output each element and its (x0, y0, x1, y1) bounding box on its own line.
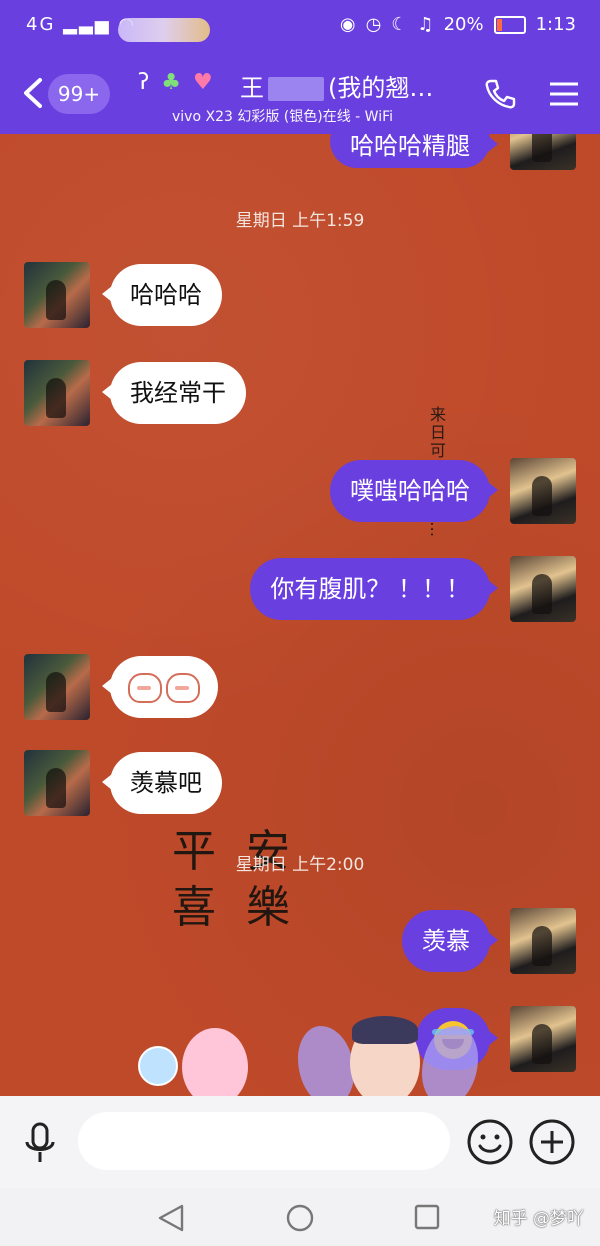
contact-avatar[interactable] (24, 360, 90, 426)
moon-icon: ☾ (391, 14, 408, 35)
my-avatar[interactable] (510, 556, 576, 622)
ear-icon: ʔ (138, 70, 150, 95)
alarm-icon: ◷ (365, 14, 382, 35)
message-bubble-incoming[interactable]: 哈哈哈 (102, 264, 222, 326)
nav-home-icon[interactable] (286, 1204, 314, 1232)
mute-icon: ♫ (417, 14, 434, 35)
message-bubble-outgoing[interactable]: 噗嗤哈哈哈 (330, 460, 498, 522)
fairy-wings-sticker (422, 1026, 478, 1096)
message-input-bar (0, 1096, 600, 1188)
my-avatar[interactable] (510, 458, 576, 524)
status-bar: 4G ▂▃▅ ◠ ◉ ◷ ☾ ♫ 20% 1:13 (0, 0, 600, 56)
back-icon[interactable] (20, 76, 48, 110)
heart-gift-icon: ♥ (192, 70, 213, 95)
blurred-name (268, 77, 324, 101)
watermark: 知乎 @梦吖 (493, 1209, 584, 1229)
contact-avatar[interactable] (24, 262, 90, 328)
my-avatar[interactable] (510, 908, 576, 974)
plus-icon[interactable] (528, 1118, 576, 1166)
sprout-icon: ♣ (161, 70, 181, 95)
menu-icon[interactable] (548, 80, 580, 108)
header-status-icons: ʔ ♣ ♥ (138, 70, 213, 95)
emoji-icon[interactable] (466, 1118, 514, 1166)
balloon-sticker (138, 1046, 178, 1086)
contact-avatar[interactable] (24, 654, 90, 720)
contact-name-suffix: (我的翘… (328, 74, 434, 102)
signal-icon: ▂▃▅ (63, 14, 111, 35)
decorative-stickers (130, 1016, 500, 1096)
chat-screen: 4G ▂▃▅ ◠ ◉ ◷ ☾ ♫ 20% 1:13 99+ ʔ ♣ ♥ 王 (我的… (0, 0, 600, 1246)
contact-name[interactable]: 王 (我的翘… (240, 68, 433, 103)
nav-back-icon[interactable] (156, 1204, 186, 1232)
wallpaper-line: 喜 樂 (172, 882, 298, 933)
microphone-icon[interactable] (22, 1122, 58, 1164)
message-bubble-incoming[interactable]: 羡慕吧 (102, 752, 222, 814)
network-type: 4G (26, 14, 56, 35)
battery-percent: 20% (443, 14, 484, 35)
message-timestamp: 星期日 上午1:59 (235, 211, 365, 231)
message-list[interactable]: 来日可期 未年… 平 安 喜 樂 哈哈哈精腿 星期日 上午1:59 哈哈哈 我经… (0, 134, 600, 1096)
phone-icon[interactable] (484, 78, 516, 110)
wallpaper-calligraphy: 平 安 喜 樂 (172, 824, 298, 936)
message-bubble-incoming[interactable] (102, 656, 218, 718)
nav-recent-apps-icon[interactable] (414, 1204, 440, 1230)
sticker-face-icon (166, 673, 200, 703)
message-bubble-outgoing[interactable]: 羡慕 (402, 910, 498, 972)
clock: 1:13 (535, 14, 576, 35)
message-bubble-outgoing[interactable]: 哈哈哈精腿 (330, 134, 498, 168)
system-navigation-bar: 知乎 @梦吖 (0, 1188, 600, 1246)
message-timestamp: 星期日 上午2:00 (235, 855, 365, 875)
message-bubble-incoming[interactable]: 我经常干 (102, 362, 246, 424)
message-input[interactable] (78, 1112, 450, 1170)
fairy-wings-sticker (298, 1026, 354, 1096)
beret-hat-sticker (352, 1016, 418, 1044)
chat-header: 99+ ʔ ♣ ♥ 王 (我的翘… vivo X23 幻彩版 (银色)在线 - W… (0, 56, 600, 134)
device-online-status: vivo X23 幻彩版 (银色)在线 - WiFi (172, 109, 394, 125)
status-right: ◉ ◷ ☾ ♫ 20% 1:13 (340, 14, 576, 35)
battery-icon (493, 15, 526, 34)
unread-count-badge[interactable]: 99+ (48, 74, 110, 114)
my-avatar[interactable] (510, 134, 576, 170)
sticker-face-icon (128, 673, 162, 703)
contact-avatar[interactable] (24, 750, 90, 816)
blurred-notification (118, 18, 210, 42)
eye-icon: ◉ (339, 14, 356, 35)
my-avatar[interactable] (510, 1006, 576, 1072)
pink-hair-character-sticker (182, 1028, 248, 1096)
message-bubble-outgoing[interactable]: 你有腹肌？ ！！！ (250, 558, 498, 620)
contact-name-prefix: 王 (240, 74, 264, 102)
